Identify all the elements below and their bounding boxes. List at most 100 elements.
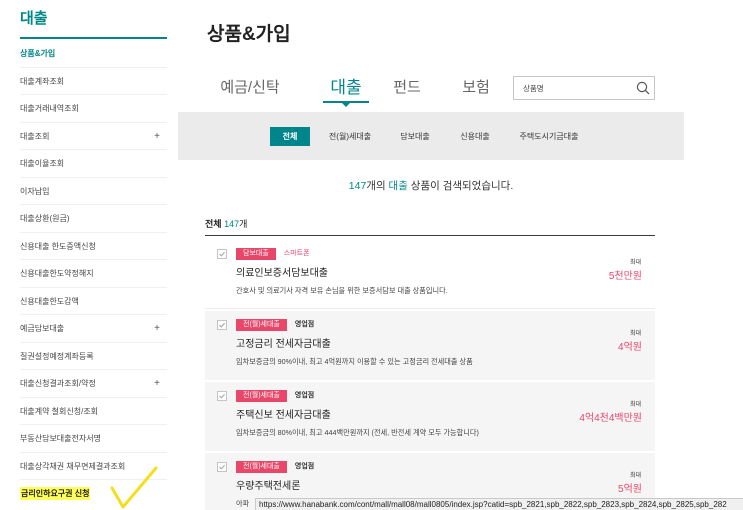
sidebar-item-loan-rate-inquiry[interactable]: 대출이율조회 <box>20 150 167 178</box>
list-header: 전체 147개 <box>205 218 247 230</box>
sub-category-bar: 전체 전(월)세대출 담보대출 신용대출 주택도시기금대출 <box>178 112 684 160</box>
product-tags: 담보대출 스마트폰 <box>236 248 310 260</box>
tab-deposit-trust[interactable]: 예금/신탁 <box>220 78 279 98</box>
sub-tab-credit-loan[interactable]: 신용대출 <box>460 127 489 146</box>
product-item[interactable]: 담보대출 스마트폰 의료인보증서담보대출 간호사 및 의료기사 자격 보유 손님을… <box>205 240 655 309</box>
active-tab-indicator <box>342 103 350 107</box>
product-limit-amount: 4억4천4백만원 <box>579 413 642 424</box>
product-limit-label: 최대 <box>629 331 641 337</box>
list-header-label: 전체 <box>205 219 222 229</box>
sidebar-item-loan-account-inquiry[interactable]: 대출계좌조회 <box>20 68 167 95</box>
result-count-text: 개의 <box>366 180 386 192</box>
product-category-badge: 전(월)세대출 <box>236 461 287 473</box>
sidebar-item-label: 질권설정예정계좌등록 <box>20 351 94 361</box>
check-mark-icon <box>110 466 158 509</box>
product-description: 아파 <box>236 499 250 508</box>
product-channel-tag: 영업점 <box>294 321 315 328</box>
search-input[interactable] <box>514 77 632 99</box>
product-category-badge: 전(월)세대출 <box>236 390 287 402</box>
sub-tab-jeonse-loan[interactable]: 전(월)세대출 <box>329 127 371 146</box>
product-channel-tag: 영업점 <box>294 463 315 470</box>
product-limit-label: 최대 <box>629 473 641 479</box>
product-tags: 전(월)세대출 영업점 <box>236 319 314 331</box>
sidebar-item-loan-transaction-history[interactable]: 대출거래내역조회 <box>20 95 167 123</box>
product-tags: 전(월)세대출 영업점 <box>236 390 314 402</box>
sidebar-title: 대출 <box>20 10 48 27</box>
checkbox-icon[interactable] <box>217 249 227 259</box>
product-channel-tag: 영업점 <box>294 392 315 399</box>
sidebar-item-label: 신용대출한도약정해지 <box>20 269 94 278</box>
product-title[interactable]: 고정금리 전세자금대출 <box>236 338 331 352</box>
sidebar-item-label: 대출이율조회 <box>20 159 65 168</box>
list-header-divider <box>205 235 655 236</box>
product-title[interactable]: 우량주택전세론 <box>236 480 300 494</box>
sub-tab-housing-fund-loan[interactable]: 주택도시기금대출 <box>520 127 579 146</box>
sidebar-item-label-highlighted: 금리인하요구권 신청 <box>20 487 91 501</box>
search-box <box>513 76 655 100</box>
product-title[interactable]: 주택신보 전세자금대출 <box>236 409 331 423</box>
product-limit-amount: 4억원 <box>618 342 642 353</box>
sidebar-item-application-result[interactable]: 대출신청결과조회/약정 + <box>20 370 167 398</box>
result-count: 147 <box>348 180 367 192</box>
sidebar-item-label: 예금담보대출 <box>20 324 65 333</box>
product-item[interactable]: 전(월)세대출 영업점 주택신보 전세자금대출 임차보증금의 80%이내, 최고 … <box>205 382 655 451</box>
result-category: 대출 <box>388 180 408 192</box>
sidebar-item-label: 대출신청결과조회/약정 <box>20 379 96 388</box>
product-limit-amount: 5천만원 <box>608 271 642 282</box>
sidebar-item-mortgage-e-signature[interactable]: 부동산담보대출전자서명 <box>20 425 167 453</box>
result-tail: 상품이 검색되었습니다. <box>410 180 514 192</box>
tab-loan[interactable]: 대출 <box>330 78 361 98</box>
sidebar-item-label: 대출상환(원금) <box>20 214 70 223</box>
sidebar-title-divider <box>20 37 167 39</box>
sidebar-item-credit-limit-termination[interactable]: 신용대출한도약정해지 <box>20 260 167 288</box>
product-title[interactable]: 의료인보증서담보대출 <box>236 267 328 281</box>
product-channel-tag: 스마트폰 <box>283 250 310 257</box>
expand-plus-icon[interactable]: + <box>154 123 160 150</box>
sidebar-item-label: 대출거래내역조회 <box>20 104 79 113</box>
list-header-unit: 개 <box>239 219 248 229</box>
sidebar-item-products-signup[interactable]: 상품&가입 <box>20 40 167 68</box>
tab-insurance[interactable]: 보험 <box>462 78 490 98</box>
sidebar-item-deposit-secured-loan[interactable]: 예금담보대출 + <box>20 315 167 343</box>
sub-tab-all[interactable]: 전체 <box>270 127 310 146</box>
result-summary: 147개의 대출 상품이 검색되었습니다. <box>178 178 684 194</box>
sidebar-item-label: 신용대출한도감액 <box>20 296 79 306</box>
product-category-badge: 전(월)세대출 <box>236 319 287 331</box>
product-category-badge: 담보대출 <box>236 248 276 260</box>
sidebar-item-credit-limit-increase[interactable]: 신용대출 한도증액신청 <box>20 233 167 260</box>
sidebar-item-label: 대출계좌조회 <box>20 76 65 86</box>
sidebar: 대출 상품&가입 대출계좌조회 대출거래내역조회 대출조회 + 대출이율조회 이자… <box>20 0 167 510</box>
checkbox-icon[interactable] <box>217 391 227 401</box>
list-header-count: 147 <box>224 219 240 229</box>
checkbox-icon[interactable] <box>217 462 227 472</box>
sidebar-item-interest-payment[interactable]: 이자납입 <box>20 178 167 205</box>
sidebar-item-label: 이자납입 <box>20 186 50 196</box>
checkbox-icon[interactable] <box>217 320 227 330</box>
sidebar-item-principal-repayment[interactable]: 대출상환(원금) <box>20 205 167 233</box>
sidebar-item-label: 부동산담보대출전자서명 <box>20 434 101 443</box>
product-limit-label: 최대 <box>629 402 641 408</box>
sidebar-item-label: 대출조회 <box>20 131 50 141</box>
product-description: 임차보증금의 80%이내, 최고 444백만원까지 (전세, 반전세 계약 모두… <box>236 428 479 437</box>
sidebar-item-loan-inquiry[interactable]: 대출조회 + <box>20 123 167 150</box>
product-item[interactable]: 전(월)세대출 영업점 고정금리 전세자금대출 임차보증금의 90%이내, 최고 … <box>205 311 655 380</box>
expand-plus-icon[interactable]: + <box>154 315 160 342</box>
page-title: 상품&가입 <box>207 24 291 45</box>
sidebar-item-label: 신용대출 한도증액신청 <box>20 241 96 251</box>
expand-plus-icon[interactable]: + <box>154 370 160 397</box>
sidebar-item-contract-withdrawal[interactable]: 대출계약 철회신청/조회 <box>20 398 167 425</box>
browser-status-url: https://www.hanabank.com/cont/mall/mall0… <box>255 498 743 510</box>
sidebar-item-label: 대출계약 철회신청/조회 <box>20 406 99 416</box>
tab-fund[interactable]: 펀드 <box>393 78 421 98</box>
product-description: 임차보증금의 90%이내, 최고 4억원까지 이용할 수 있는 고정금리 전세대… <box>236 357 473 366</box>
sidebar-menu: 상품&가입 대출계좌조회 대출거래내역조회 대출조회 + 대출이율조회 이자납입 … <box>20 40 167 508</box>
sidebar-item-label: 상품&가입 <box>20 49 56 58</box>
product-description: 간호사 및 의료기사 자격 보유 손님을 위한 보증서담보 대출 상품입니다. <box>236 286 448 295</box>
sub-tab-secured-loan[interactable]: 담보대출 <box>400 127 429 146</box>
product-tags: 전(월)세대출 영업점 <box>236 461 314 473</box>
sidebar-item-credit-limit-reduction[interactable]: 신용대출한도감액 <box>20 288 167 315</box>
product-limit-amount: 5억원 <box>618 484 642 495</box>
product-limit-label: 최대 <box>629 260 641 266</box>
sidebar-item-pledge-account-registration[interactable]: 질권설정예정계좌등록 <box>20 343 167 370</box>
search-icon[interactable] <box>635 80 651 96</box>
